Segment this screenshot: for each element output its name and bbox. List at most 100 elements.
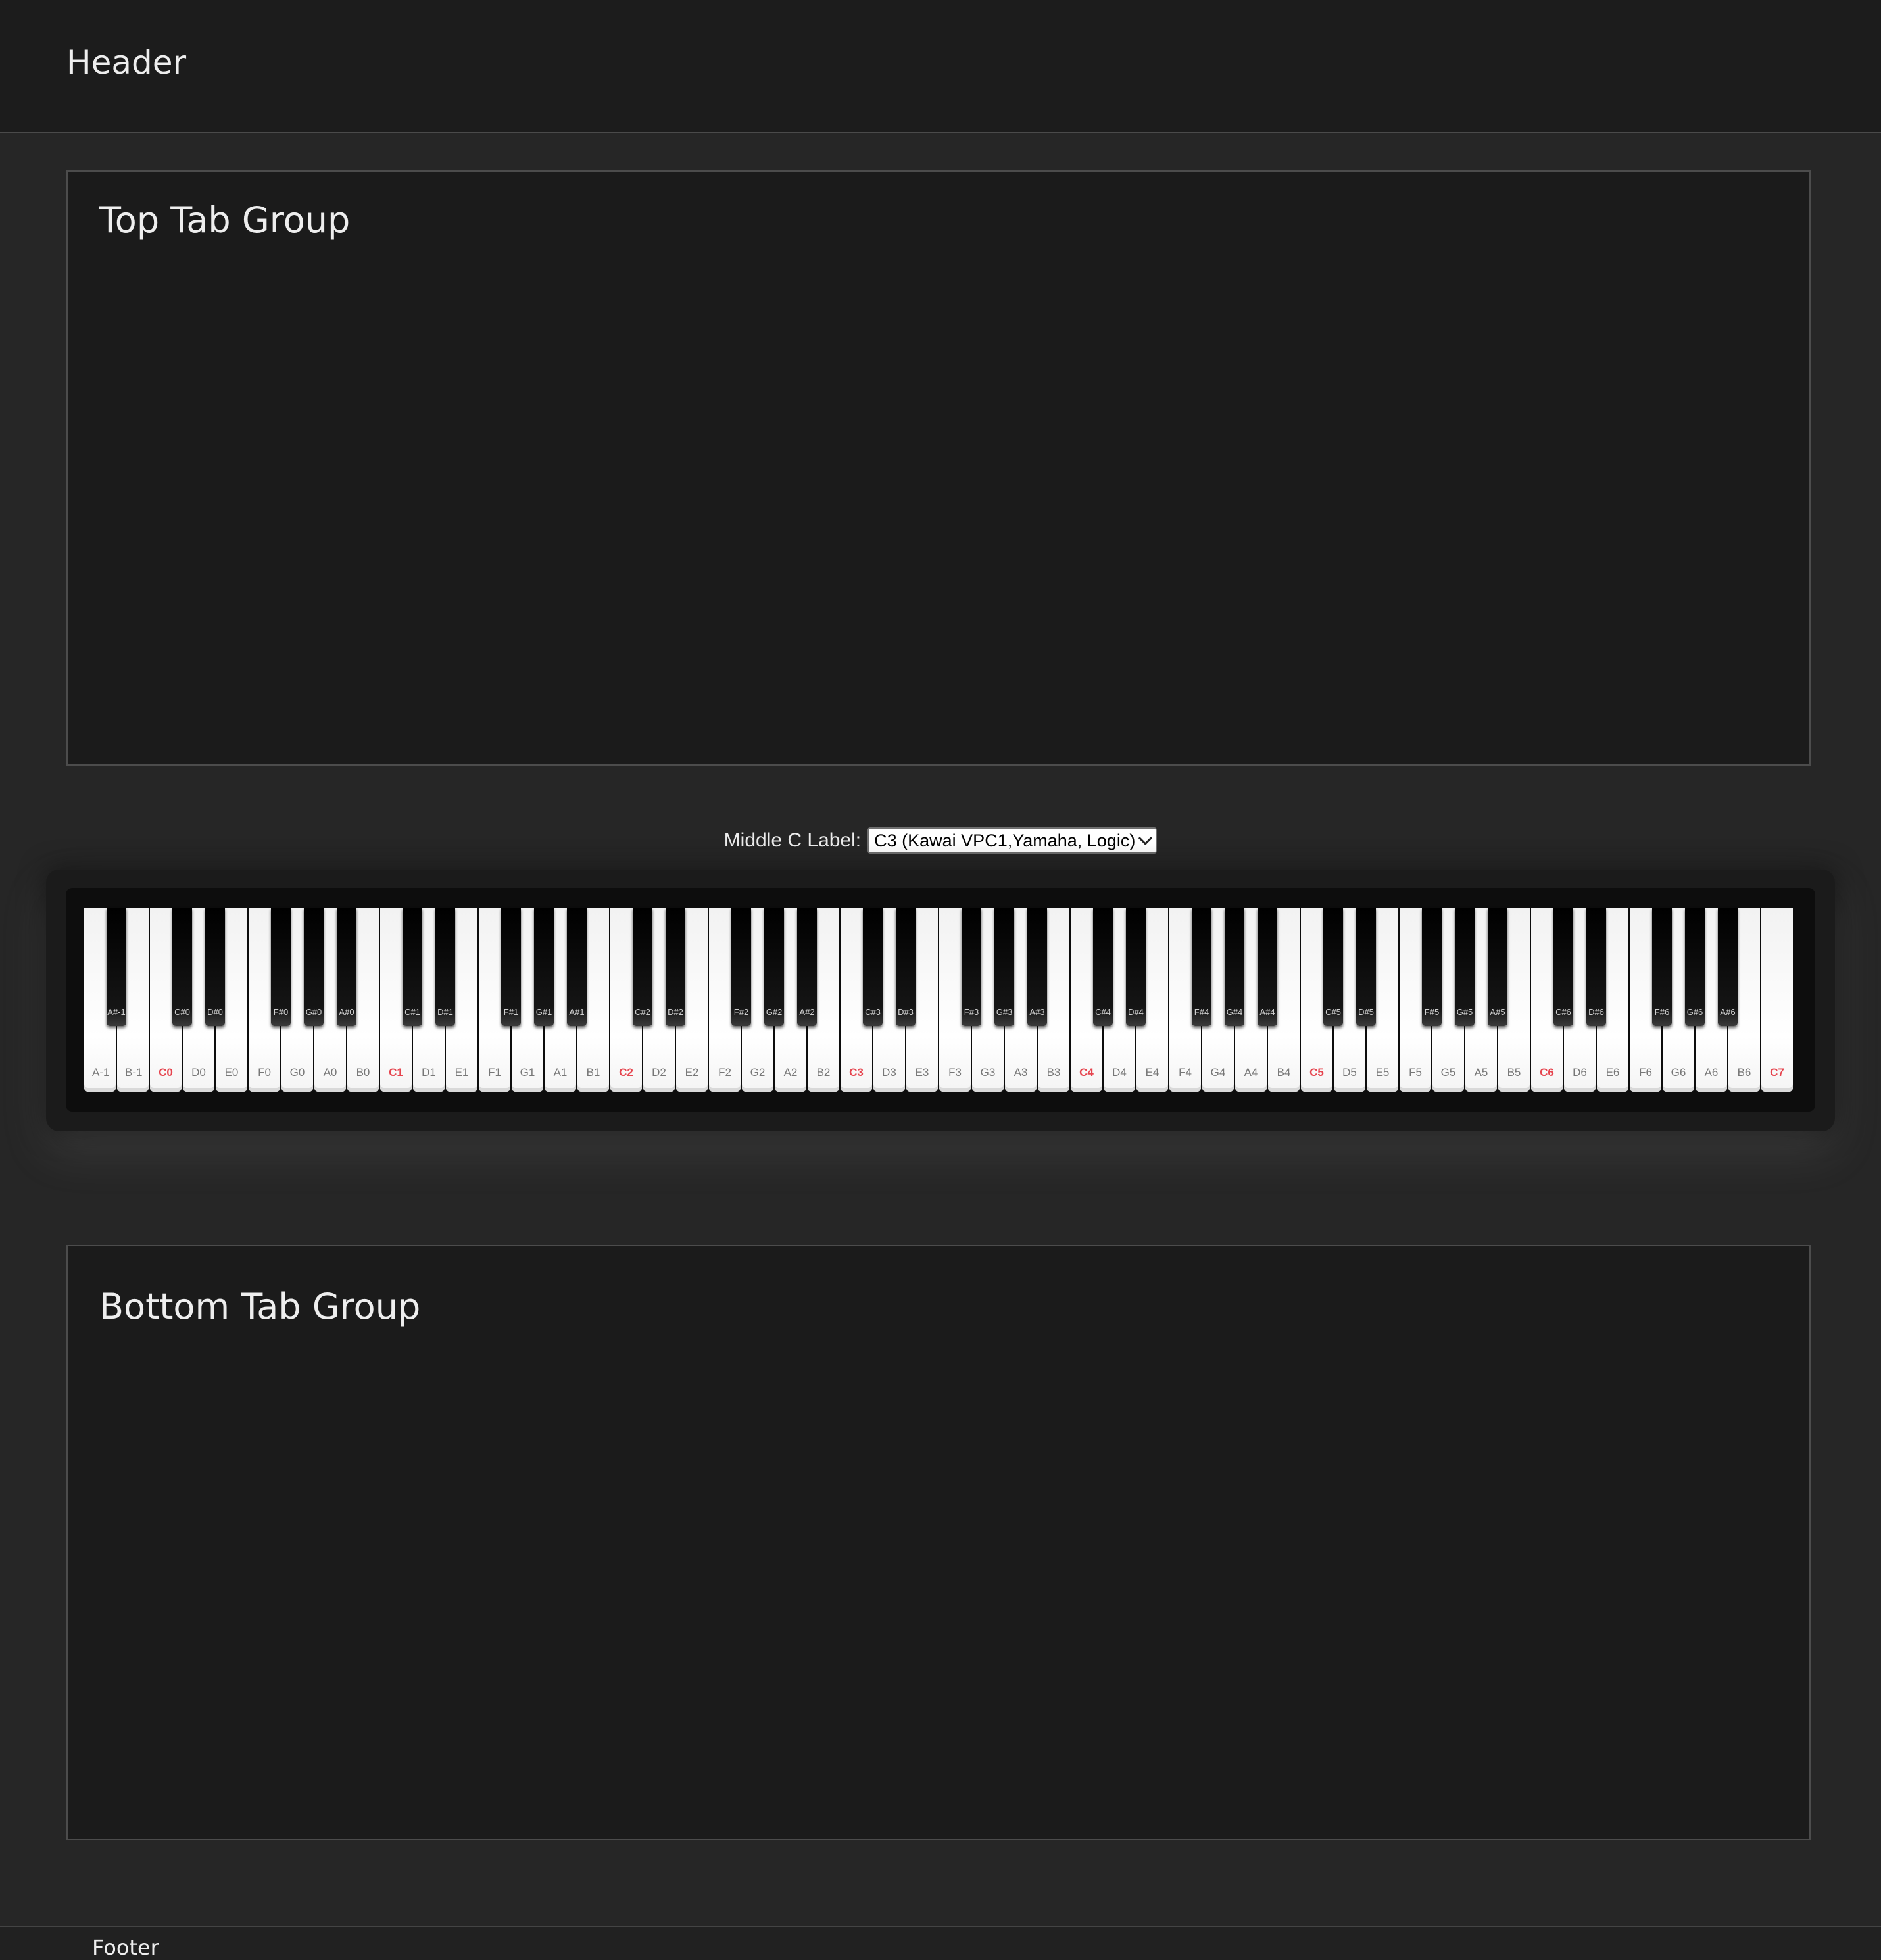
black-key-label: D#5 (1358, 1007, 1374, 1017)
white-key-label: B5 (1507, 1066, 1521, 1079)
black-key-label: F#1 (503, 1007, 519, 1017)
black-key-G#4[interactable]: G#4 (1225, 908, 1244, 1026)
black-key-G#3[interactable]: G#3 (994, 908, 1014, 1026)
black-key-A#-1[interactable]: A#-1 (107, 908, 126, 1026)
white-key-label: C2 (619, 1066, 633, 1079)
middle-c-label: Middle C Label: (723, 829, 862, 851)
black-key-A#3[interactable]: A#3 (1027, 908, 1047, 1026)
white-key-label: F4 (1179, 1066, 1192, 1079)
middle-c-select[interactable]: C3 (Kawai VPC1,Yamaha, Logic) (867, 827, 1158, 854)
black-key-A#0[interactable]: A#0 (337, 908, 356, 1026)
black-key-F#3[interactable]: F#3 (962, 908, 981, 1026)
white-key-label: G1 (520, 1066, 535, 1079)
white-key-label: C0 (159, 1066, 173, 1079)
bottom-tab-group-title: Bottom Tab Group (99, 1286, 421, 1327)
black-key-F#0[interactable]: F#0 (271, 908, 291, 1026)
black-key-D#0[interactable]: D#0 (205, 908, 225, 1026)
black-key-D#2[interactable]: D#2 (666, 908, 685, 1026)
black-key-label: F#4 (1194, 1007, 1209, 1017)
page: Header Top Tab Group Middle C Label: C3 … (0, 0, 1881, 1960)
white-key-label: D0 (191, 1066, 206, 1079)
black-key-G#0[interactable]: G#0 (304, 908, 324, 1026)
white-key-label: G2 (750, 1066, 766, 1079)
white-key-label: D3 (882, 1066, 896, 1079)
black-key-label: A#5 (1490, 1007, 1505, 1017)
white-key-label: B0 (356, 1066, 370, 1079)
white-key-label: D4 (1112, 1066, 1127, 1079)
black-key-label: C#4 (1095, 1007, 1111, 1017)
black-key-A#2[interactable]: A#2 (797, 908, 817, 1026)
white-key-label: A2 (783, 1066, 798, 1079)
black-key-label: C#0 (174, 1007, 190, 1017)
black-key-A#4[interactable]: A#4 (1258, 908, 1277, 1026)
black-key-C#6[interactable]: C#6 (1553, 908, 1573, 1026)
header-title: Header (66, 43, 187, 82)
white-key-label: B3 (1046, 1066, 1061, 1079)
white-key-label: E0 (224, 1066, 239, 1079)
white-key-label: A3 (1014, 1066, 1028, 1079)
black-key-label: G#2 (766, 1007, 783, 1017)
middle-c-control: Middle C Label: C3 (Kawai VPC1,Yamaha, L… (0, 827, 1881, 854)
black-key-G#6[interactable]: G#6 (1685, 908, 1705, 1026)
white-key-label: B4 (1277, 1066, 1291, 1079)
black-key-G#2[interactable]: G#2 (764, 908, 784, 1026)
white-key-label: D5 (1342, 1066, 1357, 1079)
black-key-G#1[interactable]: G#1 (534, 908, 554, 1026)
white-key-label: G4 (1210, 1066, 1226, 1079)
black-key-D#4[interactable]: D#4 (1126, 908, 1146, 1026)
black-key-C#5[interactable]: C#5 (1323, 908, 1343, 1026)
black-key-F#2[interactable]: F#2 (731, 908, 751, 1026)
white-key-label: D6 (1573, 1066, 1587, 1079)
white-key-label: A0 (323, 1066, 337, 1079)
black-key-D#5[interactable]: D#5 (1356, 908, 1376, 1026)
white-key-label: E4 (1145, 1066, 1160, 1079)
black-key-label: F#2 (733, 1007, 749, 1017)
white-key-label: C4 (1079, 1066, 1094, 1079)
black-key-D#3[interactable]: D#3 (896, 908, 916, 1026)
black-key-F#4[interactable]: F#4 (1192, 908, 1211, 1026)
white-key-label: F3 (948, 1066, 962, 1079)
white-key-label: D1 (422, 1066, 436, 1079)
white-key-label: A1 (553, 1066, 568, 1079)
top-tab-group: Top Tab Group (66, 170, 1811, 766)
white-key-label: C1 (389, 1066, 403, 1079)
white-key-label: C5 (1309, 1066, 1324, 1079)
black-key-F#6[interactable]: F#6 (1652, 908, 1672, 1026)
white-key-label: E6 (1605, 1066, 1620, 1079)
white-key-label: G0 (289, 1066, 305, 1079)
black-key-G#5[interactable]: G#5 (1455, 908, 1475, 1026)
white-key-C7[interactable]: C7 (1761, 908, 1793, 1092)
black-key-F#1[interactable]: F#1 (501, 908, 521, 1026)
white-key-label: A-1 (92, 1066, 110, 1079)
white-key-label: C6 (1540, 1066, 1554, 1079)
white-key-label: A4 (1244, 1066, 1258, 1079)
black-key-label: D#4 (1128, 1007, 1144, 1017)
middle-c-selected-value: C3 (Kawai VPC1,Yamaha, Logic) (874, 830, 1136, 850)
black-key-label: F#3 (964, 1007, 979, 1017)
white-key-label: B-1 (125, 1066, 143, 1079)
black-key-label: A#0 (339, 1007, 354, 1017)
black-key-label: G#6 (1686, 1007, 1703, 1017)
black-key-label: D#2 (668, 1007, 683, 1017)
black-key-A#5[interactable]: A#5 (1488, 908, 1507, 1026)
chevron-down-icon (1138, 831, 1153, 845)
white-key-label: F0 (258, 1066, 271, 1079)
black-key-C#1[interactable]: C#1 (403, 908, 422, 1026)
black-key-D#6[interactable]: D#6 (1586, 908, 1606, 1026)
footer: Footer (0, 1926, 1881, 1960)
black-key-label: A#1 (569, 1007, 585, 1017)
black-key-A#6[interactable]: A#6 (1718, 908, 1738, 1026)
black-key-label: D#1 (437, 1007, 453, 1017)
black-key-C#0[interactable]: C#0 (172, 908, 192, 1026)
white-key-label: D2 (652, 1066, 666, 1079)
black-key-C#4[interactable]: C#4 (1093, 908, 1113, 1026)
black-key-A#1[interactable]: A#1 (567, 908, 587, 1026)
white-key-label: E5 (1375, 1066, 1390, 1079)
black-key-C#3[interactable]: C#3 (863, 908, 883, 1026)
black-key-label: A#3 (1029, 1007, 1045, 1017)
white-key-label: A5 (1474, 1066, 1488, 1079)
black-key-F#5[interactable]: F#5 (1422, 908, 1442, 1026)
white-key-label: B6 (1737, 1066, 1751, 1079)
black-key-C#2[interactable]: C#2 (633, 908, 652, 1026)
black-key-D#1[interactable]: D#1 (435, 908, 455, 1026)
